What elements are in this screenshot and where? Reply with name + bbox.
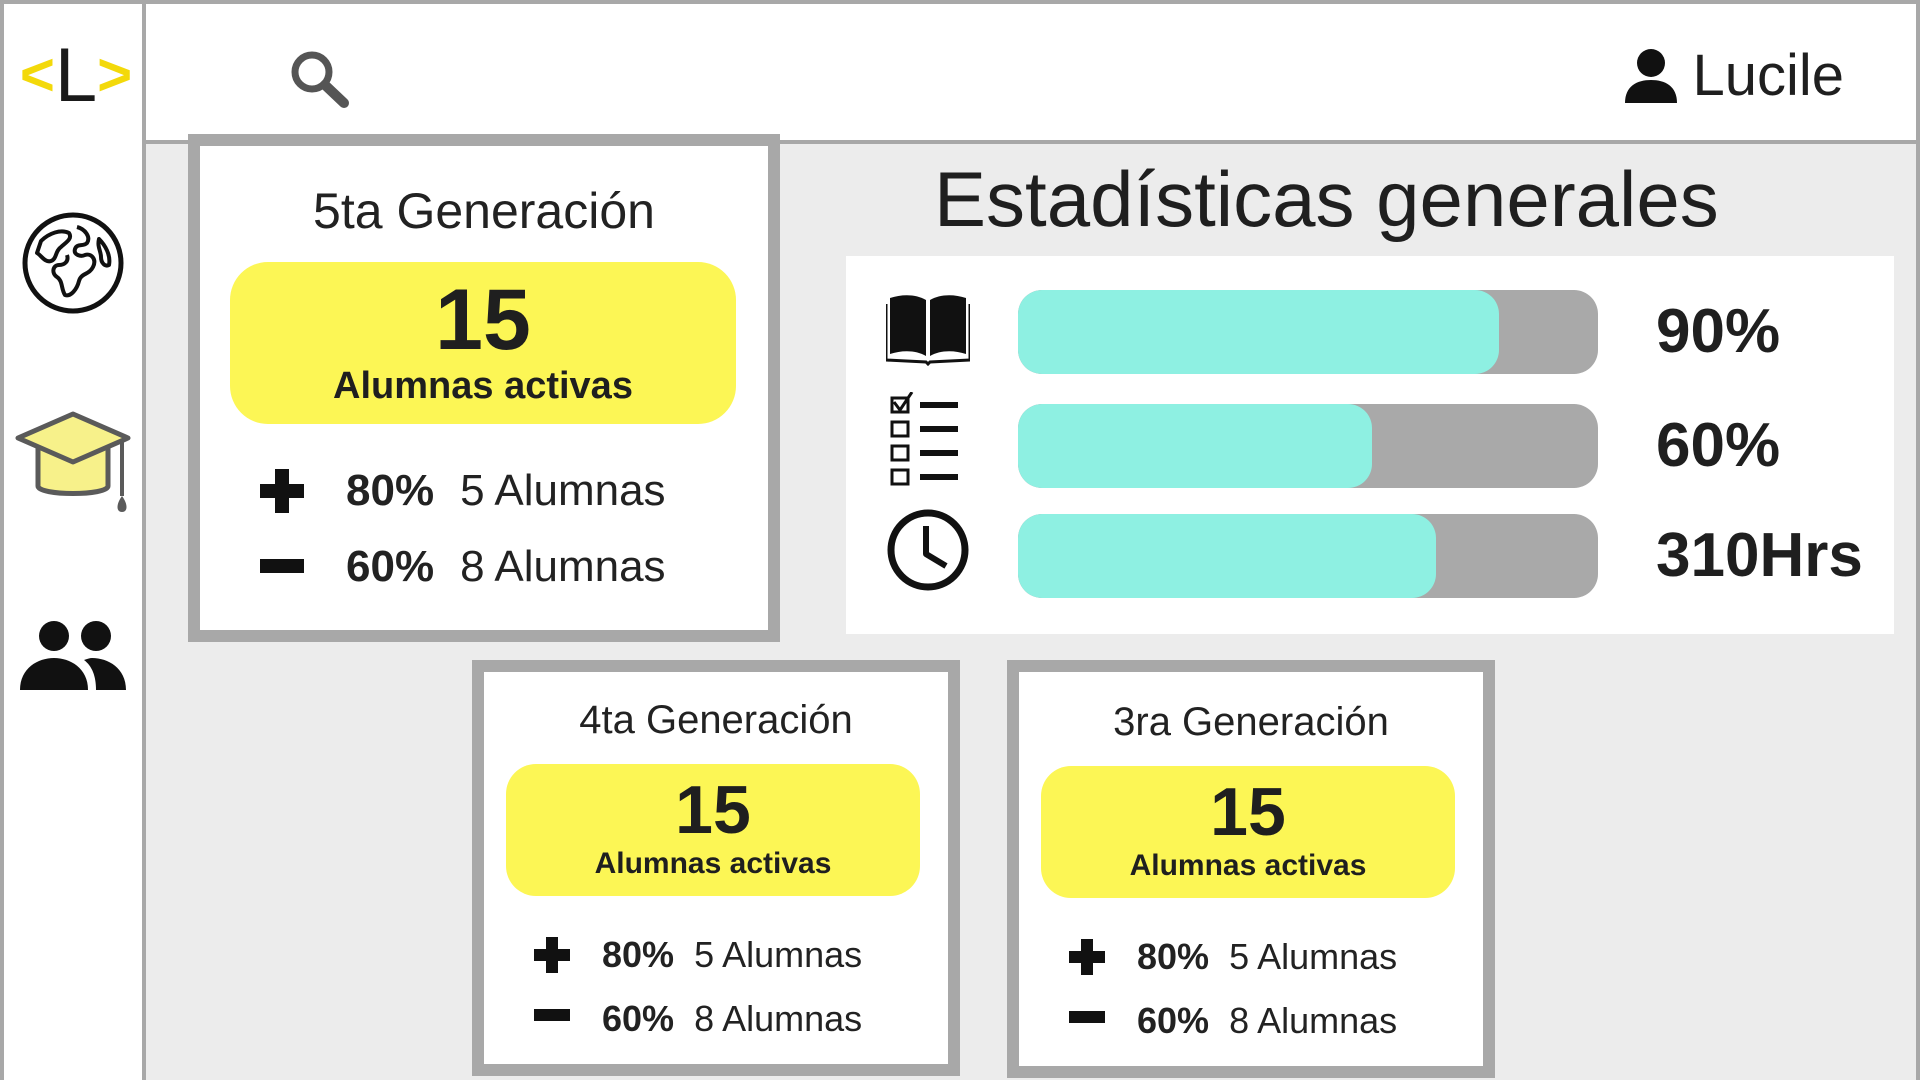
user-name: Lucile [1692, 43, 1844, 108]
sidebar-item-graduation[interactable] [4, 408, 142, 518]
active-students-pill: 15 Alumnas activas [506, 764, 920, 896]
generation-card-5ta[interactable]: 5ta Generación 15 Alumnas activas 80% 5 … [188, 134, 780, 642]
stat-count: 5 Alumnas [1229, 936, 1398, 977]
active-count: 15 [435, 272, 531, 368]
stat-percentage: 80% [1137, 936, 1210, 977]
active-count: 15 [1210, 774, 1286, 850]
active-label: Alumnas activas [333, 365, 633, 407]
progress-fill [1018, 404, 1372, 488]
minus-icon [1069, 1011, 1105, 1023]
plus-icon [260, 469, 304, 513]
logo-left-bracket: < [19, 41, 55, 108]
active-students-pill: 15 Alumnas activas [230, 262, 736, 424]
stat-count: 5 Alumnas [694, 934, 863, 975]
stat-row-minus: 60% 8 Alumnas [534, 998, 862, 1040]
progress-track-books [1018, 290, 1598, 374]
stat-percentage: 80% [346, 466, 435, 515]
stat-row-minus: 60% 8 Alumnas [260, 542, 666, 592]
top-header: Lucile [146, 4, 1916, 144]
stat-count: 8 Alumnas [694, 998, 863, 1039]
app-logo[interactable]: <L> [16, 34, 136, 118]
search-icon[interactable] [288, 48, 350, 108]
stat-percentage: 80% [602, 934, 675, 975]
progress-value: 90% [1656, 297, 1781, 366]
stat-row-plus: 80% 5 Alumnas [260, 466, 666, 516]
progress-track-tasks [1018, 404, 1598, 488]
stat-percentage: 60% [1137, 1000, 1210, 1041]
stats-panel: 90% 60% 310Hrs [846, 256, 1894, 634]
active-count: 15 [675, 772, 751, 848]
generation-card-4ta[interactable]: 4ta Generación 15 Alumnas activas 80% 5 … [472, 660, 960, 1076]
logo-letter: L [54, 33, 98, 118]
stat-count: 5 Alumnas [460, 466, 666, 515]
graduation-cap-icon [15, 411, 131, 512]
plus-icon [1069, 939, 1105, 975]
people-icon [20, 621, 126, 690]
generation-title: 3ra Generación [1113, 700, 1389, 744]
active-students-pill: 15 Alumnas activas [1041, 766, 1455, 898]
minus-icon [534, 1009, 570, 1021]
globe-icon [22, 212, 124, 314]
plus-icon [534, 937, 570, 973]
checklist-icon [890, 392, 958, 486]
generation-card-3ra[interactable]: 3ra Generación 15 Alumnas activas 80% 5 … [1007, 660, 1495, 1078]
stat-count: 8 Alumnas [460, 542, 666, 591]
active-label: Alumnas activas [1129, 849, 1367, 882]
stat-row-minus: 60% 8 Alumnas [1069, 1000, 1397, 1042]
logo-right-bracket: > [97, 41, 133, 108]
clock-icon [887, 509, 969, 591]
stat-row-plus: 80% 5 Alumnas [1069, 936, 1397, 978]
stat-percentage: 60% [346, 542, 435, 591]
stats-title: Estadísticas generales [934, 155, 1719, 243]
generation-title: 5ta Generación [313, 183, 655, 239]
sidebar: <L> [4, 4, 146, 1080]
active-label: Alumnas activas [594, 847, 832, 880]
generation-title: 4ta Generación [579, 698, 853, 742]
user-icon [1625, 48, 1678, 103]
sidebar-item-globe[interactable] [4, 210, 142, 316]
app-frame: <L> Lucile 5ta Generación 15 Alumnas act… [0, 0, 1920, 1080]
progress-track-hours [1018, 514, 1598, 598]
sidebar-item-people[interactable] [4, 616, 142, 696]
stat-row-plus: 80% 5 Alumnas [534, 934, 862, 976]
progress-fill [1018, 514, 1436, 598]
progress-fill [1018, 290, 1500, 374]
stat-percentage: 60% [602, 998, 675, 1039]
progress-value: 310Hrs [1656, 521, 1863, 590]
book-icon [886, 295, 970, 366]
progress-value: 60% [1656, 411, 1781, 480]
stat-count: 8 Alumnas [1229, 1000, 1398, 1041]
user-menu[interactable]: Lucile [1624, 42, 1844, 109]
minus-icon [260, 559, 304, 573]
